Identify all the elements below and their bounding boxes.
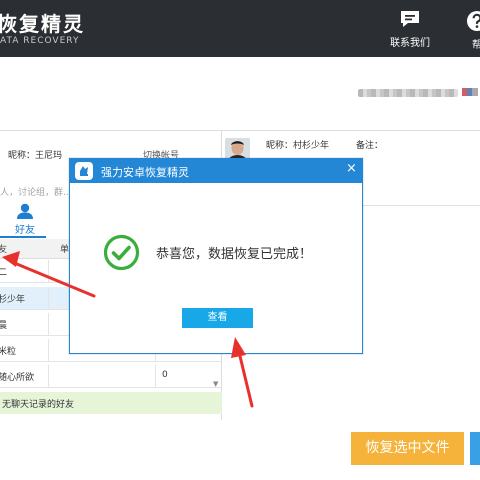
table-row[interactable]: 随心所欲 0 [0,365,222,388]
blurred-account-id [358,89,458,97]
contact-us-label: 联系我们 [390,38,430,49]
friend-name: 二 [0,268,8,278]
person-icon [17,203,33,219]
column-divider [155,365,156,388]
friend-name: 随心所欲 [0,373,35,383]
help-button[interactable]: 帮 [462,10,480,51]
brand-title: 恢复精灵 [0,12,85,36]
recovery-complete-dialog: 强力安卓恢复精灵 × 恭喜您，数据恢复已完成！ 查看 [69,158,363,354]
dialog-message: 恭喜您，数据恢复已完成！ [156,247,313,262]
brand-subtitle: ATA RECOVERY [0,36,80,46]
no-chat-record-label: 无聊天记录的好友 [2,400,75,410]
view-button[interactable]: 查看 [182,308,253,328]
close-icon[interactable]: × [346,161,357,177]
chat-icon [401,11,419,27]
help-label: 帮 [472,40,480,51]
friend-name: 晨 [0,321,8,331]
app-header: 恢复精灵 ATA RECOVERY 联系我们 帮 [0,0,480,57]
scroll-down-icon[interactable]: ▼ [213,380,218,388]
column-divider [48,260,49,283]
dialog-title: 强力安卓恢复精灵 [101,166,189,179]
contact-us-button[interactable]: 联系我们 [386,10,434,49]
contact-nickname: 昵称：村杉少年 [266,141,330,151]
contact-remark: 备注： [356,141,384,151]
tab-friends[interactable]: 好友 [12,203,38,236]
app-logo-icon [75,162,93,180]
friend-name: 米粒 [0,347,17,357]
recover-selected-files-button[interactable]: 恢复选中文件 [351,432,464,465]
friend-name: 杉少年 [0,295,26,305]
column-divider [48,365,49,388]
column-divider [48,313,49,336]
dialog-title-bar: 强力安卓恢复精灵 × [70,159,362,183]
secondary-action-button[interactable] [470,432,480,465]
help-icon [467,11,480,31]
blurred-account-badge [462,88,478,96]
no-chat-record-row[interactable]: 无聊天记录的好友 [0,392,222,414]
column-header-count: 单 [60,245,70,255]
account-nickname: 昵称：王尼玛 [8,151,63,161]
message-count: 0 [162,370,168,380]
column-divider [48,287,49,310]
search-input[interactable]: 人，讨论组，群... [0,185,72,198]
tab-active-indicator [0,236,46,238]
column-header-name: 友 [0,245,8,255]
check-circle-icon [103,234,140,271]
column-divider [48,339,49,362]
tab-friends-label: 好友 [15,225,35,236]
